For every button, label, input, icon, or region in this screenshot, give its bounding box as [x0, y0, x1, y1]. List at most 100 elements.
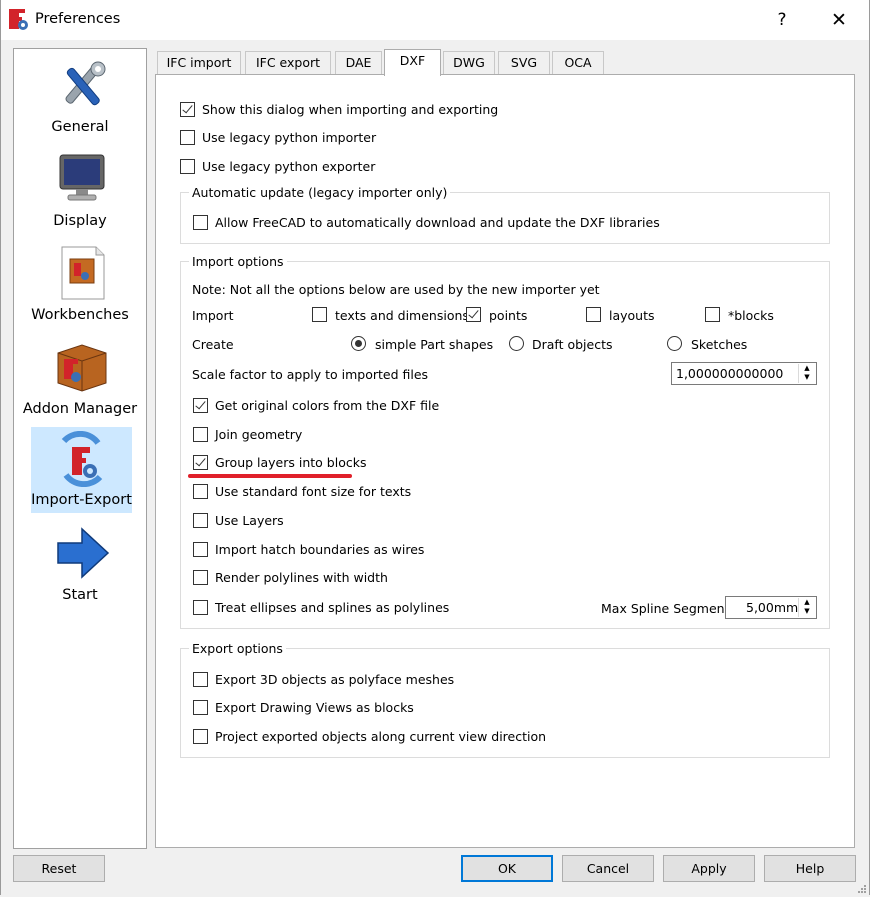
- drawing-views-blocks-checkbox[interactable]: [193, 700, 208, 715]
- tab-oca[interactable]: OCA: [552, 51, 604, 74]
- option-label: Use legacy python importer: [202, 130, 377, 145]
- option-label: Export 3D objects as polyface meshes: [215, 672, 455, 687]
- page-import-export[interactable]: Import-Export: [31, 427, 132, 513]
- page-label: Workbenches: [31, 307, 129, 323]
- group-title: Automatic update (legacy importer only): [189, 185, 451, 200]
- option-label: Allow FreeCAD to automatically download …: [215, 215, 660, 230]
- use-layers-checkbox[interactable]: [193, 513, 208, 528]
- option-label: Import hatch boundaries as wires: [215, 542, 425, 557]
- page-general[interactable]: General: [14, 57, 146, 145]
- window-title: Preferences: [35, 11, 121, 27]
- page-label: Start: [62, 587, 98, 603]
- red-underline-annotation: [188, 474, 352, 478]
- freecad-app-icon: [9, 9, 29, 31]
- addon-box-icon: [54, 339, 110, 395]
- title-help-button[interactable]: ?: [764, 6, 800, 34]
- import-texts-checkbox[interactable]: [312, 307, 327, 322]
- create-draft-objects-radio[interactable]: [509, 336, 524, 351]
- help-button[interactable]: Help: [764, 855, 856, 882]
- import-export-icon: [54, 430, 110, 488]
- option-label: Render polylines with width: [215, 570, 388, 585]
- option-label: Project exported objects along current v…: [215, 729, 547, 744]
- tab-dxf[interactable]: DXF: [384, 49, 441, 76]
- page-display[interactable]: Display: [14, 151, 146, 239]
- window-border-left: [0, 0, 1, 895]
- page-label: General: [51, 119, 109, 135]
- spin-arrows[interactable]: ▲ ▼: [798, 364, 815, 383]
- import-row-label: Import: [192, 308, 234, 323]
- arrow-right-icon: [54, 525, 110, 581]
- hatch-boundaries-checkbox[interactable]: [193, 542, 208, 557]
- page-workbenches[interactable]: Workbenches: [14, 245, 146, 333]
- create-part-shapes-radio[interactable]: [351, 336, 366, 351]
- ellipses-splines-checkbox[interactable]: [193, 600, 208, 615]
- legacy-importer-checkbox[interactable]: [180, 130, 195, 145]
- option-label: layouts: [609, 308, 655, 323]
- max-spline-spinbox[interactable]: 5,00mm ▲ ▼: [725, 596, 817, 619]
- option-label: Sketches: [691, 337, 748, 352]
- legacy-exporter-checkbox[interactable]: [180, 159, 195, 174]
- scale-factor-spinbox[interactable]: 1,000000000000 ▲ ▼: [671, 362, 817, 385]
- tab-svg[interactable]: SVG: [498, 51, 550, 74]
- title-bar: [0, 0, 870, 40]
- tab-dae[interactable]: DAE: [335, 51, 382, 74]
- import-note: Note: Not all the options below are used…: [192, 282, 600, 297]
- option-label: texts and dimensions: [335, 308, 469, 323]
- option-label: Treat ellipses and splines as polylines: [215, 600, 450, 615]
- create-row-label: Create: [192, 337, 234, 352]
- group-title: Export options: [189, 641, 286, 656]
- preference-pages-list: General Display Workbenches Addon Manage…: [13, 48, 147, 849]
- max-spline-value: 5,00mm: [746, 600, 799, 615]
- spin-arrows[interactable]: ▲ ▼: [798, 598, 815, 617]
- page-label: Display: [53, 213, 107, 229]
- standard-font-size-checkbox[interactable]: [193, 484, 208, 499]
- workbenches-icon: [54, 245, 110, 301]
- page-addon-manager[interactable]: Addon Manager: [14, 339, 146, 427]
- polyface-meshes-checkbox[interactable]: [193, 672, 208, 687]
- option-label: *blocks: [728, 308, 774, 323]
- join-geometry-checkbox[interactable]: [193, 427, 208, 442]
- option-label: Use standard font size for texts: [215, 484, 412, 499]
- cancel-button[interactable]: Cancel: [562, 855, 654, 882]
- spin-up-icon[interactable]: ▲: [799, 364, 815, 373]
- monitor-icon: [54, 151, 110, 207]
- tools-icon: [54, 57, 110, 113]
- tab-ifc-export[interactable]: IFC export: [245, 51, 331, 74]
- spin-down-icon[interactable]: ▼: [799, 607, 815, 616]
- import-layouts-checkbox[interactable]: [586, 307, 601, 322]
- group-layers-checkbox[interactable]: [193, 455, 208, 470]
- ok-button[interactable]: OK: [461, 855, 553, 882]
- allow-download-checkbox[interactable]: [193, 215, 208, 230]
- reset-button[interactable]: Reset: [13, 855, 105, 882]
- page-label: Import-Export: [31, 492, 132, 508]
- show-dialog-checkbox[interactable]: [180, 102, 195, 117]
- tab-dwg[interactable]: DWG: [443, 51, 495, 74]
- group-title: Import options: [189, 254, 287, 269]
- page-label: Addon Manager: [22, 401, 138, 417]
- import-points-checkbox[interactable]: [466, 307, 481, 322]
- option-label: Use Layers: [215, 513, 284, 528]
- create-sketches-radio[interactable]: [667, 336, 682, 351]
- resize-grip-icon[interactable]: [857, 882, 867, 893]
- render-polylines-checkbox[interactable]: [193, 570, 208, 585]
- option-label: Show this dialog when importing and expo…: [202, 102, 499, 117]
- close-icon[interactable]: ✕: [818, 6, 860, 34]
- apply-button[interactable]: Apply: [663, 855, 755, 882]
- original-colors-checkbox[interactable]: [193, 398, 208, 413]
- option-label: Export Drawing Views as blocks: [215, 700, 414, 715]
- option-label: Draft objects: [532, 337, 613, 352]
- import-blocks-checkbox[interactable]: [705, 307, 720, 322]
- option-label: simple Part shapes: [375, 337, 494, 352]
- option-label: points: [489, 308, 528, 323]
- spin-down-icon[interactable]: ▼: [799, 373, 815, 382]
- option-label: Group layers into blocks: [215, 455, 367, 470]
- max-spline-label: Max Spline Segment:: [601, 601, 734, 616]
- option-label: Get original colors from the DXF file: [215, 398, 440, 413]
- tab-ifc-import[interactable]: IFC import: [157, 51, 241, 74]
- scale-factor-value: 1,000000000000: [676, 366, 784, 381]
- spin-up-icon[interactable]: ▲: [799, 598, 815, 607]
- scale-factor-label: Scale factor to apply to imported files: [192, 367, 429, 382]
- page-start[interactable]: Start: [14, 525, 146, 613]
- project-view-direction-checkbox[interactable]: [193, 729, 208, 744]
- option-label: Join geometry: [215, 427, 303, 442]
